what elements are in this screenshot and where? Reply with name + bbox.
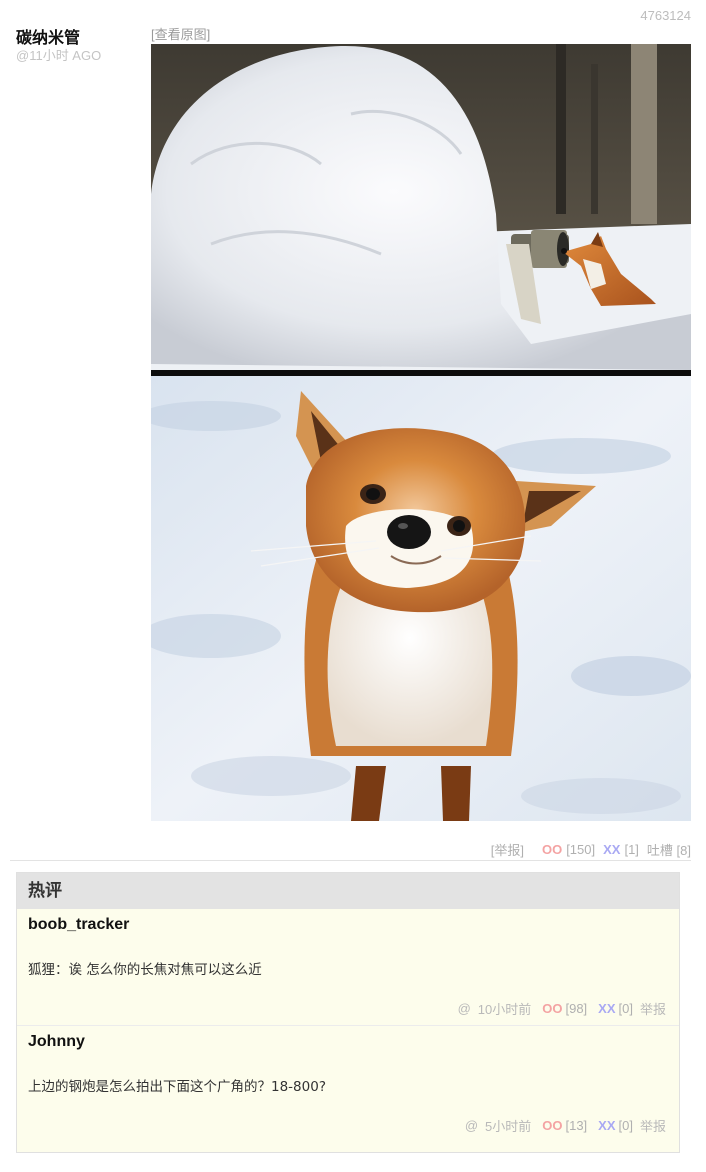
divider xyxy=(10,860,691,861)
comment-item: boob_tracker 狐狸：诶 怎么你的长焦对焦可以这么近 @ 10小时前 … xyxy=(17,909,679,1025)
at-symbol: @ xyxy=(457,1001,471,1016)
post-vote-bar: [举报] OO [150] XX [1] 吐槽 [8] xyxy=(491,840,691,859)
comment-xx-count: [0] xyxy=(618,1118,633,1133)
comment-xx-button[interactable]: XX xyxy=(598,1118,615,1133)
comment-text: 上边的钢炮是怎么拍出下面这个广角的？18-800? xyxy=(28,1079,326,1095)
comment-oo-count: [13] xyxy=(565,1118,588,1133)
post-tucao-link[interactable]: 吐槽 [8] xyxy=(647,840,691,859)
post-oo-count: [150] xyxy=(566,842,596,857)
post-id: 4763124 xyxy=(640,8,691,23)
comment-time: 10小时前 xyxy=(477,1002,532,1017)
comment-author[interactable]: boob_tracker xyxy=(28,916,129,934)
view-original-link[interactable]: [查看原图] xyxy=(151,24,210,43)
post-report-link[interactable]: [举报] xyxy=(491,840,524,859)
hot-comments-title: 热评 xyxy=(17,873,679,909)
comment-xx-count: [0] xyxy=(618,1001,633,1016)
post-image-igloo-fox[interactable] xyxy=(151,44,691,370)
at-symbol: @ xyxy=(464,1118,479,1133)
comment-oo-button[interactable]: OO xyxy=(542,1001,562,1016)
post-time: @11小时 AGO xyxy=(16,48,102,63)
comment-time: 5小时前 xyxy=(485,1119,532,1134)
hot-comments-panel: 热评 boob_tracker 狐狸：诶 怎么你的长焦对焦可以这么近 @ 10小… xyxy=(16,872,680,1153)
post-oo-button[interactable]: OO xyxy=(542,842,562,857)
comment-oo-button[interactable]: OO xyxy=(542,1118,562,1133)
comment-author[interactable]: Johnny xyxy=(28,1033,85,1051)
comment-xx-button[interactable]: XX xyxy=(598,1001,615,1016)
post-xx-button[interactable]: XX xyxy=(603,842,620,857)
comment-item: Johnny 上边的钢炮是怎么拍出下面这个广角的？18-800? @ 5小时前 … xyxy=(17,1025,679,1141)
post-xx-count: [1] xyxy=(624,842,639,857)
post-image-fox-closeup[interactable] xyxy=(151,376,691,821)
comment-report-link[interactable]: 举报 xyxy=(640,1116,666,1135)
comment-meta: @ 10小时前 OO [98] XX [0] 举报 xyxy=(458,999,666,1018)
comment-report-link[interactable]: 举报 xyxy=(640,999,666,1018)
comment-text: 狐狸：诶 怎么你的长焦对焦可以这么近 xyxy=(28,962,262,978)
comment-meta: @ 5小时前 OO [13] XX [0] 举报 xyxy=(465,1116,666,1135)
comment-oo-count: [98] xyxy=(565,1001,588,1016)
